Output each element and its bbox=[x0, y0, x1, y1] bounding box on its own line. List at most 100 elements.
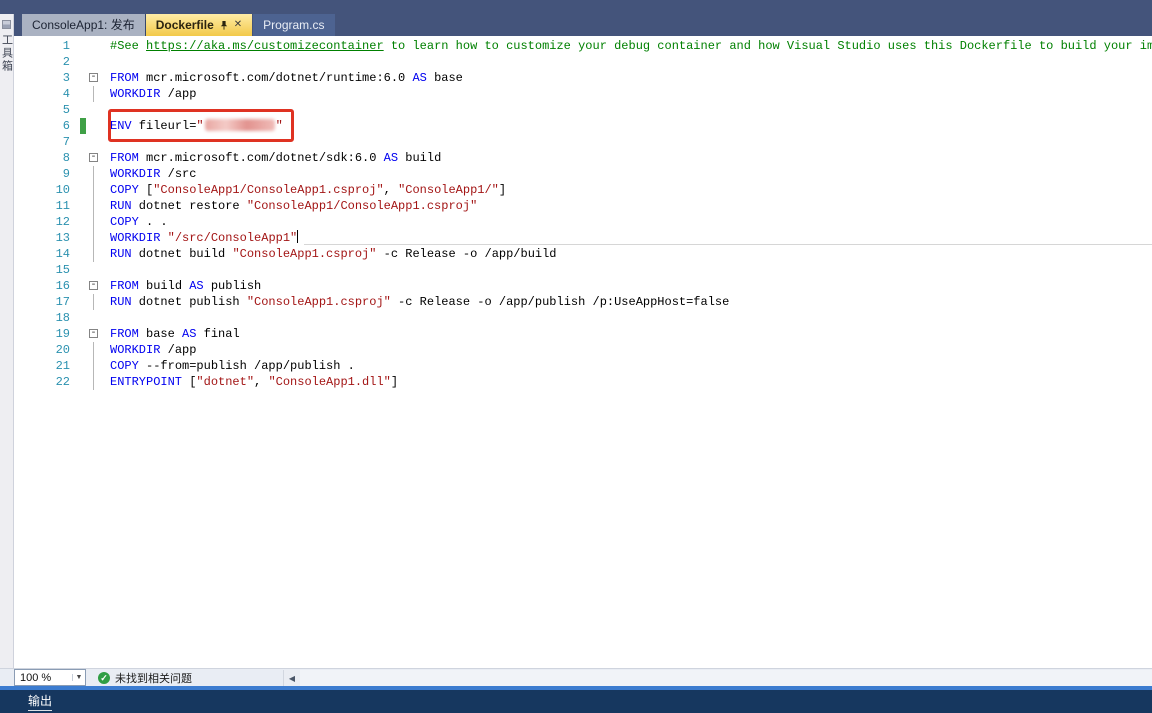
code-line[interactable]: 16-FROM build AS publish bbox=[14, 278, 1152, 294]
code-token: /src bbox=[160, 167, 196, 181]
code-token: AS bbox=[189, 279, 203, 293]
chevron-down-icon[interactable]: ▼ bbox=[72, 674, 85, 681]
code-token: WORKDIR bbox=[110, 167, 160, 181]
zoom-value: 100 % bbox=[15, 672, 72, 684]
fold-collapse-button[interactable]: - bbox=[86, 278, 102, 294]
toolbox-label: 工具箱 bbox=[0, 34, 15, 73]
vs-window: ConsoleApp1: 发布 Dockerfile ✕ Program.cs … bbox=[0, 0, 1152, 713]
code-line[interactable]: 18 bbox=[14, 310, 1152, 326]
code-token: to learn how to customize your debug con… bbox=[384, 39, 1152, 53]
code-text: WORKDIR /src bbox=[102, 166, 196, 182]
toolbox-icon bbox=[2, 20, 11, 29]
code-token: ] bbox=[499, 183, 506, 197]
line-number: 5 bbox=[14, 102, 70, 118]
line-number: 4 bbox=[14, 86, 70, 102]
fold-gutter bbox=[86, 38, 102, 54]
fold-gutter bbox=[86, 374, 102, 390]
fold-minus-icon[interactable]: - bbox=[89, 281, 98, 290]
fold-collapse-button[interactable]: - bbox=[86, 326, 102, 342]
code-token: " bbox=[196, 119, 203, 133]
code-token: "ConsoleApp1/ConsoleApp1.csproj" bbox=[247, 199, 477, 213]
tab-output[interactable]: 输出 bbox=[28, 692, 52, 711]
code-token: WORKDIR bbox=[110, 231, 160, 245]
code-line[interactable]: 15 bbox=[14, 262, 1152, 278]
code-token: "ConsoleApp1.dll" bbox=[268, 375, 390, 389]
code-line[interactable]: 10COPY ["ConsoleApp1/ConsoleApp1.csproj"… bbox=[14, 182, 1152, 198]
text-cursor bbox=[297, 230, 298, 243]
code-line[interactable]: 1#See https://aka.ms/customizecontainer … bbox=[14, 38, 1152, 54]
code-token: ENV bbox=[110, 119, 132, 133]
code-line[interactable]: 5 bbox=[14, 102, 1152, 118]
code-token: RUN bbox=[110, 247, 132, 261]
code-line[interactable]: 12COPY . . bbox=[14, 214, 1152, 230]
line-number: 11 bbox=[14, 198, 70, 214]
code-line[interactable]: 21 COPY --from=publish /app/publish . bbox=[14, 358, 1152, 374]
scroll-left-button[interactable]: ◀ bbox=[284, 670, 300, 686]
code-text bbox=[102, 310, 110, 326]
code-line[interactable]: 7 bbox=[14, 134, 1152, 150]
fold-gutter bbox=[86, 294, 102, 310]
code-text bbox=[102, 102, 110, 118]
code-line[interactable]: 13WORKDIR "/src/ConsoleApp1" bbox=[14, 230, 1152, 246]
code-token: FROM bbox=[110, 327, 139, 341]
code-token: " bbox=[276, 119, 283, 133]
code-text bbox=[102, 54, 110, 70]
code-lines: 1#See https://aka.ms/customizecontainer … bbox=[14, 36, 1152, 390]
pin-icon[interactable] bbox=[219, 20, 229, 31]
scrollbar-track[interactable] bbox=[300, 670, 1152, 686]
code-line[interactable]: 6ENV fileurl="" bbox=[14, 118, 1152, 134]
check-icon: ✓ bbox=[98, 672, 110, 684]
code-token: dotnet publish bbox=[132, 295, 247, 309]
document-health-indicator[interactable]: ✓ 未找到相关问题 bbox=[98, 670, 192, 686]
code-line[interactable]: 2 bbox=[14, 54, 1152, 70]
redacted-value bbox=[205, 119, 275, 131]
code-token bbox=[160, 231, 167, 245]
tab-consoleapp1-publish[interactable]: ConsoleApp1: 发布 bbox=[22, 14, 146, 36]
tab-program-cs[interactable]: Program.cs bbox=[253, 14, 334, 36]
fold-minus-icon[interactable]: - bbox=[89, 73, 98, 82]
code-text: COPY --from=publish /app/publish . bbox=[102, 358, 355, 374]
code-text bbox=[102, 262, 110, 278]
toolbox-collapsed-tab[interactable]: 工具箱 bbox=[0, 14, 14, 686]
zoom-selector[interactable]: 100 % ▼ bbox=[14, 669, 86, 686]
fold-gutter bbox=[86, 102, 102, 118]
code-line[interactable]: 20WORKDIR /app bbox=[14, 342, 1152, 358]
line-number: 8 bbox=[14, 150, 70, 166]
fold-gutter bbox=[86, 198, 102, 214]
code-token: fileurl= bbox=[132, 119, 197, 133]
editor-status-row: 100 % ▼ ✓ 未找到相关问题 ◀ bbox=[0, 668, 1152, 686]
line-number: 1 bbox=[14, 38, 70, 54]
code-token: . . bbox=[139, 215, 168, 229]
line-number: 3 bbox=[14, 70, 70, 86]
code-text: RUN dotnet restore "ConsoleApp1/ConsoleA… bbox=[102, 198, 477, 214]
fold-gutter bbox=[86, 246, 102, 262]
code-line[interactable]: 22ENTRYPOINT ["dotnet", "ConsoleApp1.dll… bbox=[14, 374, 1152, 390]
tab-dockerfile[interactable]: Dockerfile ✕ bbox=[146, 14, 252, 36]
line-number: 18 bbox=[14, 310, 70, 326]
line-number: 6 bbox=[14, 118, 70, 134]
code-line[interactable]: 3-FROM mcr.microsoft.com/dotnet/runtime:… bbox=[14, 70, 1152, 86]
line-number: 22 bbox=[14, 374, 70, 390]
code-editor[interactable]: 1#See https://aka.ms/customizecontainer … bbox=[14, 36, 1152, 668]
fold-collapse-button[interactable]: - bbox=[86, 150, 102, 166]
code-line[interactable]: 11 RUN dotnet restore "ConsoleApp1/Consol… bbox=[14, 198, 1152, 214]
code-token: -c Release -o /app/build bbox=[376, 247, 556, 261]
code-token: --from=publish /app/publish . bbox=[139, 359, 355, 373]
line-number: 12 bbox=[14, 214, 70, 230]
code-line[interactable]: 4WORKDIR /app bbox=[14, 86, 1152, 102]
comment-link[interactable]: https://aka.ms/customizecontainer bbox=[146, 39, 384, 53]
fold-minus-icon[interactable]: - bbox=[89, 329, 98, 338]
close-icon[interactable]: ✕ bbox=[234, 20, 242, 30]
code-text: FROM base AS final bbox=[102, 326, 240, 342]
code-line[interactable]: 8-FROM mcr.microsoft.com/dotnet/sdk:6.0 … bbox=[14, 150, 1152, 166]
line-number: 21 bbox=[14, 358, 70, 374]
code-line[interactable]: 19-FROM base AS final bbox=[14, 326, 1152, 342]
code-line[interactable]: 14RUN dotnet build "ConsoleApp1.csproj" … bbox=[14, 246, 1152, 262]
fold-minus-icon[interactable]: - bbox=[89, 153, 98, 162]
fold-collapse-button[interactable]: - bbox=[86, 70, 102, 86]
horizontal-scrollbar[interactable]: ◀ bbox=[283, 670, 1152, 686]
code-token: , bbox=[254, 375, 268, 389]
code-line[interactable]: 9WORKDIR /src bbox=[14, 166, 1152, 182]
code-line[interactable]: 17RUN dotnet publish "ConsoleApp1.csproj… bbox=[14, 294, 1152, 310]
code-text: FROM build AS publish bbox=[102, 278, 261, 294]
